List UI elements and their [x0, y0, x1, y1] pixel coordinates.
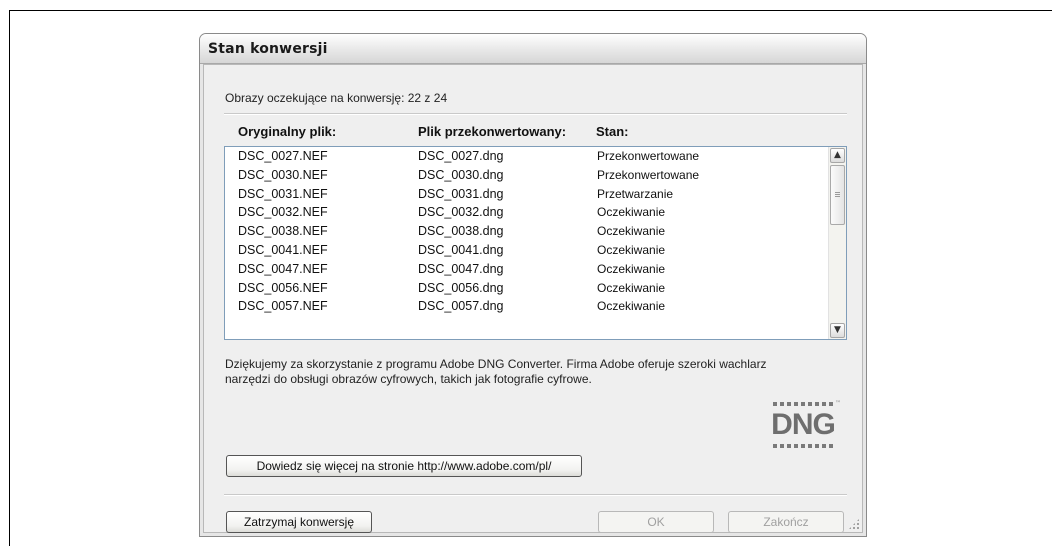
up-arrow-icon: ▲	[834, 150, 841, 160]
column-header-status: Stan:	[596, 124, 629, 139]
frame-border-left	[9, 10, 10, 546]
conversion-status-dialog: Stan konwersji Obrazy oczekujące na konw…	[199, 33, 867, 537]
dialog-title: Stan konwersji	[208, 41, 328, 57]
vertical-scrollbar[interactable]: ▲ ▼	[828, 147, 846, 339]
converted-file-cell: DSC_0041.dng	[418, 242, 504, 257]
status-cell: Oczekiwanie	[597, 280, 666, 295]
converted-file-cell: DSC_0027.dng	[418, 149, 504, 163]
status-cell: Przekonwertowane	[597, 149, 700, 163]
pending-images-text: Obrazy oczekujące na konwersję: 22 z 24	[225, 91, 448, 105]
thanks-text: Dziękujemy za skorzystanie z programu Ad…	[225, 357, 767, 386]
list-item[interactable]: DSC_0047.NEF DSC_0047.dng Oczekiwanie	[225, 260, 829, 279]
status-cell: Oczekiwanie	[597, 242, 666, 257]
list-item[interactable]: DSC_0056.NEF DSC_0056.dng Oczekiwanie	[225, 279, 829, 298]
status-cell: Oczekiwanie	[597, 205, 666, 220]
trademark-symbol: ™	[835, 400, 841, 407]
list-item[interactable]: DSC_0031.NEF DSC_0031.dng Przetwarzanie	[225, 185, 829, 204]
converted-file-cell: DSC_0032.dng	[418, 205, 504, 220]
original-file-cell: DSC_0041.NEF	[238, 242, 328, 257]
converted-file-cell: DSC_0030.dng	[418, 167, 504, 182]
original-file-cell: DSC_0030.NEF	[238, 167, 328, 182]
ok-button[interactable]: OK	[598, 511, 714, 533]
logo-film-strip	[773, 402, 833, 406]
converted-file-cell: DSC_0047.dng	[418, 261, 504, 276]
logo-film-strip	[773, 444, 833, 448]
down-arrow-icon: ▼	[834, 325, 841, 335]
list-item[interactable]: DSC_0041.NEF DSC_0041.dng Oczekiwanie	[225, 241, 829, 260]
column-header-converted: Plik przekonwertowany:	[418, 124, 567, 139]
frame-border-top	[9, 10, 1052, 11]
converted-file-cell: DSC_0056.dng	[418, 280, 504, 295]
dng-logo-text: DNG	[771, 408, 836, 441]
title-bar[interactable]: Stan konwersji	[200, 34, 866, 64]
original-file-cell: DSC_0031.NEF	[238, 186, 328, 201]
list-item[interactable]: DSC_0057.NEF DSC_0057.dng Oczekiwanie	[225, 297, 829, 316]
file-list[interactable]: DSC_0027.NEF DSC_0027.dng Przekonwertowane…	[224, 146, 847, 340]
list-item[interactable]: DSC_0032.NEF DSC_0032.dng Oczekiwanie	[225, 203, 829, 222]
original-file-cell: DSC_0027.NEF	[238, 149, 328, 163]
scroll-up-button[interactable]: ▲	[830, 148, 845, 163]
divider	[224, 113, 847, 115]
original-file-cell: DSC_0038.NEF	[238, 224, 328, 239]
status-cell: Oczekiwanie	[597, 224, 666, 239]
original-file-cell: DSC_0032.NEF	[238, 205, 328, 220]
original-file-cell: DSC_0057.NEF	[238, 299, 328, 314]
status-cell: Oczekiwanie	[597, 299, 666, 314]
status-cell: Oczekiwanie	[597, 261, 666, 276]
status-cell: Przekonwertowane	[597, 167, 700, 182]
stop-conversion-button[interactable]: Zatrzymaj konwersję	[226, 511, 372, 533]
column-header-original: Oryginalny plik:	[238, 124, 337, 139]
status-cell: Przetwarzanie	[597, 186, 674, 201]
dialog-body: Obrazy oczekujące na konwersję: 22 z 24 …	[203, 64, 863, 533]
grip-icon	[835, 192, 840, 193]
converted-file-cell: DSC_0038.dng	[418, 224, 504, 239]
finish-button[interactable]: Zakończ	[728, 511, 844, 533]
learn-more-button[interactable]: Dowiedz się więcej na stronie http://www…	[226, 455, 582, 477]
list-item[interactable]: DSC_0030.NEF DSC_0030.dng Przekonwertowane	[225, 166, 829, 185]
scroll-down-button[interactable]: ▼	[830, 323, 845, 338]
list-item[interactable]: DSC_0027.NEF DSC_0027.dng Przekonwertowane	[225, 147, 829, 166]
converted-file-cell: DSC_0057.dng	[418, 299, 504, 314]
divider	[224, 494, 847, 496]
converted-file-cell: DSC_0031.dng	[418, 186, 504, 201]
list-item[interactable]: DSC_0038.NEF DSC_0038.dng Oczekiwanie	[225, 222, 829, 241]
original-file-cell: DSC_0056.NEF	[238, 280, 328, 295]
file-list-rows: DSC_0027.NEF DSC_0027.dng Przekonwertowane…	[225, 147, 829, 316]
original-file-cell: DSC_0047.NEF	[238, 261, 328, 276]
dng-logo: DNG ™	[771, 400, 841, 448]
resize-grip[interactable]	[848, 518, 860, 530]
scroll-thumb[interactable]	[830, 165, 845, 225]
